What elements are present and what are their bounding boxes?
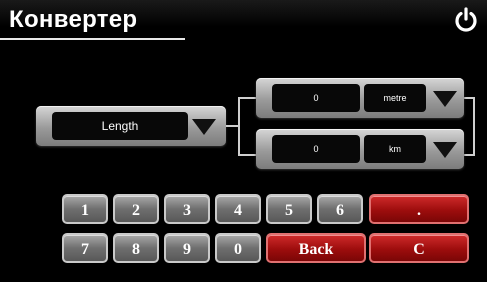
input-value[interactable]: 0 bbox=[272, 84, 360, 112]
output-unit-label: km bbox=[364, 135, 426, 163]
key-7[interactable]: 7 bbox=[62, 233, 108, 263]
key-6[interactable]: 6 bbox=[317, 194, 363, 224]
page-title: Конвертер bbox=[9, 6, 138, 33]
key-9[interactable]: 9 bbox=[164, 233, 210, 263]
key-8[interactable]: 8 bbox=[113, 233, 159, 263]
output-unit-select[interactable]: 0 km bbox=[256, 129, 464, 169]
connector-line bbox=[238, 97, 240, 156]
chevron-down-icon bbox=[433, 142, 457, 158]
connector-line bbox=[473, 97, 475, 156]
connector-line bbox=[238, 97, 256, 99]
input-unit-label: metre bbox=[364, 84, 426, 112]
key-decimal-point[interactable]: . bbox=[369, 194, 469, 224]
title-underline bbox=[0, 38, 185, 40]
key-2[interactable]: 2 bbox=[113, 194, 159, 224]
key-4[interactable]: 4 bbox=[215, 194, 261, 224]
chevron-down-icon bbox=[192, 119, 216, 135]
back-button[interactable]: Back bbox=[266, 233, 366, 263]
key-3[interactable]: 3 bbox=[164, 194, 210, 224]
key-0[interactable]: 0 bbox=[215, 233, 261, 263]
clear-button[interactable]: C bbox=[369, 233, 469, 263]
key-5[interactable]: 5 bbox=[266, 194, 312, 224]
header-bar: Конвертер bbox=[0, 0, 487, 44]
converter-screen: Конвертер Length 0 metre 0 km 1 2 3 4 5 … bbox=[0, 0, 487, 282]
category-value: Length bbox=[52, 112, 188, 140]
input-unit-select[interactable]: 0 metre bbox=[256, 78, 464, 118]
key-1[interactable]: 1 bbox=[62, 194, 108, 224]
power-icon[interactable] bbox=[452, 6, 480, 34]
output-value: 0 bbox=[272, 135, 360, 163]
connector-line bbox=[238, 154, 256, 156]
connector-line bbox=[463, 154, 475, 156]
category-select[interactable]: Length bbox=[36, 106, 226, 146]
chevron-down-icon bbox=[433, 91, 457, 107]
